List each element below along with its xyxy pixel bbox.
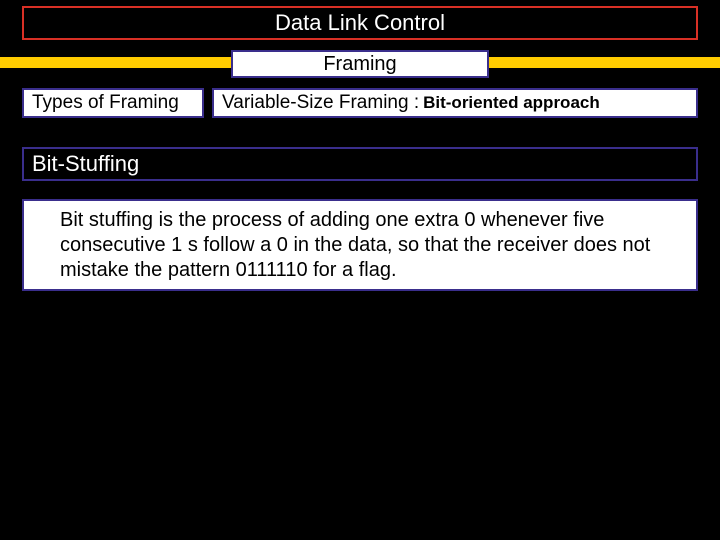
body-text: Bit stuffing is the process of adding on… (60, 208, 684, 283)
body-box: Bit stuffing is the process of adding on… (22, 199, 698, 291)
slide-title: Data Link Control (275, 10, 445, 36)
title-bar: Data Link Control (22, 6, 698, 40)
section-header-text: Bit-Stuffing (32, 151, 139, 177)
variable-size-prefix: Variable-Size Framing : (222, 92, 419, 114)
types-of-framing-box: Types of Framing (22, 88, 204, 118)
types-of-framing-label: Types of Framing (32, 92, 179, 114)
variable-size-box: Variable-Size Framing : Bit-oriented app… (212, 88, 698, 118)
subtitle-text: Framing (323, 53, 396, 76)
section-header-box: Bit-Stuffing (22, 147, 698, 181)
variable-size-bold: Bit-oriented approach (423, 93, 600, 113)
subtitle-box: Framing (231, 50, 489, 78)
